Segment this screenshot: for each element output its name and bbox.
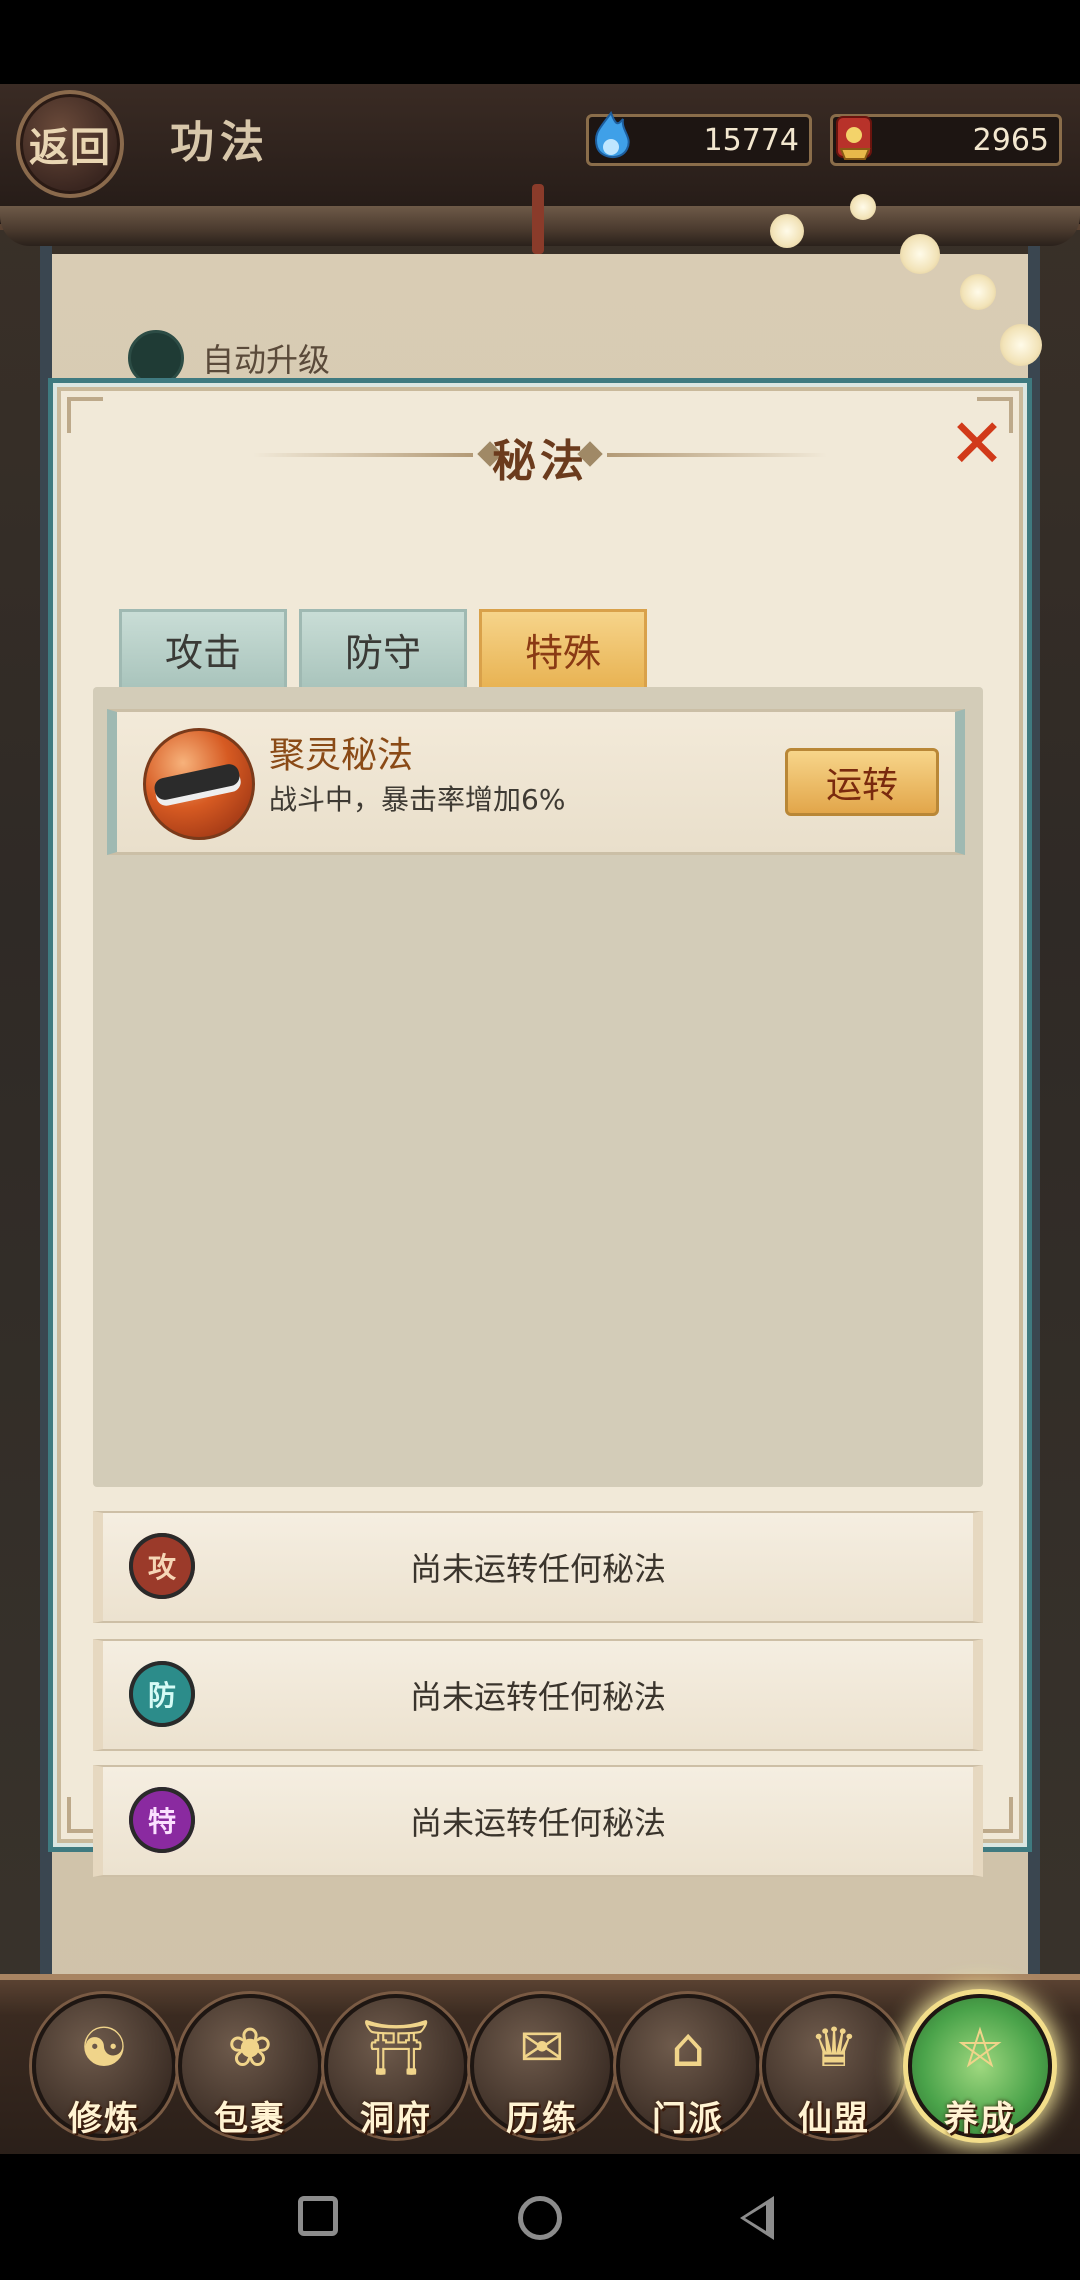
nav-label: 历练 <box>506 2099 578 2139</box>
nav-develop[interactable]: ⛤ 养成 <box>908 1994 1052 2139</box>
cultivator-icon: ☯ <box>79 2016 129 2079</box>
nav-trials[interactable]: ✉ 历练 <box>470 1994 614 2139</box>
defense-slot[interactable]: 尚未运转任何秘法 防 <box>93 1639 983 1751</box>
skill-name: 聚灵秘法 <box>269 735 414 776</box>
nav-alliance[interactable]: ♛ 仙盟 <box>762 1994 906 2139</box>
auto-upgrade-label: 自动升级 <box>202 341 331 379</box>
alliance-crown-icon: ♛ <box>809 2016 859 2079</box>
spirit-flame-icon <box>595 110 630 158</box>
slot-status-text: 尚未运转任何秘法 <box>409 1678 666 1716</box>
spirit-currency[interactable]: 15774 <box>586 110 812 166</box>
back-triangle-icon[interactable] <box>740 2196 774 2240</box>
title-divider-right <box>607 453 827 457</box>
secret-arts-dialog: 秘法 ✕ 攻击 防守 特殊 聚灵秘法 战斗中，暴击率增加6% 运转 尚未运转任何… <box>48 378 1032 1877</box>
page-title: 功法 <box>170 117 270 168</box>
cave-mansion-icon: ⛩ <box>361 2016 431 2079</box>
slot-status-text: 尚未运转任何秘法 <box>409 1550 666 1588</box>
dialog-title: 秘法 <box>492 436 588 487</box>
skill-list-panel: 聚灵秘法 战斗中，暴击率增加6% 运转 <box>93 687 983 1487</box>
nav-label: 门派 <box>652 2099 724 2139</box>
nav-label: 仙盟 <box>798 2099 870 2139</box>
nav-cave[interactable]: ⛩ 洞府 <box>324 1994 468 2139</box>
nav-label: 养成 <box>944 2099 1016 2139</box>
nav-label: 洞府 <box>360 2099 432 2139</box>
scroll-hanger <box>532 184 544 254</box>
bag-icon: ❀ <box>227 2016 273 2079</box>
pentagram-icon: ⛤ <box>958 2016 1002 2079</box>
tab-special[interactable]: 特殊 <box>479 609 647 687</box>
nav-bag[interactable]: ❀ 包裹 <box>178 1994 322 2139</box>
slot-status-text: 尚未运转任何秘法 <box>409 1804 666 1842</box>
tab-bar: 攻击 防守 特殊 <box>119 609 647 687</box>
skill-description: 战斗中，暴击率增加6% <box>269 783 566 816</box>
special-slot[interactable]: 尚未运转任何秘法 特 <box>93 1765 983 1877</box>
nav-sect[interactable]: ⌂ 门派 <box>616 1994 760 2139</box>
gold-ingot-icon <box>836 116 872 160</box>
nav-label: 包裹 <box>214 2099 286 2139</box>
recent-apps-icon[interactable] <box>298 2196 338 2236</box>
tab-defense[interactable]: 防守 <box>299 609 467 687</box>
blade-skill-icon <box>143 728 255 840</box>
scroll-icon: ✉ <box>519 2016 565 2079</box>
skill-row: 聚灵秘法 战斗中，暴击率增加6% 运转 <box>107 709 965 855</box>
close-icon[interactable]: ✕ <box>945 411 1009 479</box>
back-button[interactable]: 返回 <box>16 90 124 198</box>
attack-slot[interactable]: 尚未运转任何秘法 攻 <box>93 1511 983 1623</box>
bottom-navigation: ☯ 修炼 ❀ 包裹 ⛩ 洞府 ✉ 历练 ⌂ 门派 ♛ 仙盟 ⛤ 养成 <box>0 1974 1080 2154</box>
defense-badge-icon: 防 <box>129 1661 195 1727</box>
status-bar <box>0 0 1080 84</box>
attack-badge-icon: 攻 <box>129 1533 195 1599</box>
nav-cultivate[interactable]: ☯ 修炼 <box>32 1994 176 2139</box>
home-icon[interactable] <box>518 2196 562 2240</box>
game-screen: 自动升级 返回 功法 15774 2965 秘法 ✕ 攻击 防守 特殊 聚灵秘法… <box>0 84 1080 2154</box>
gold-currency[interactable]: 2965 <box>830 114 1062 166</box>
special-badge-icon: 特 <box>129 1787 195 1853</box>
system-navigation-bar <box>0 2154 1080 2280</box>
tab-attack[interactable]: 攻击 <box>119 609 287 687</box>
sect-gate-icon: ⌂ <box>670 2016 706 2079</box>
activate-skill-button[interactable]: 运转 <box>785 748 939 816</box>
nav-label: 修炼 <box>68 2099 140 2139</box>
